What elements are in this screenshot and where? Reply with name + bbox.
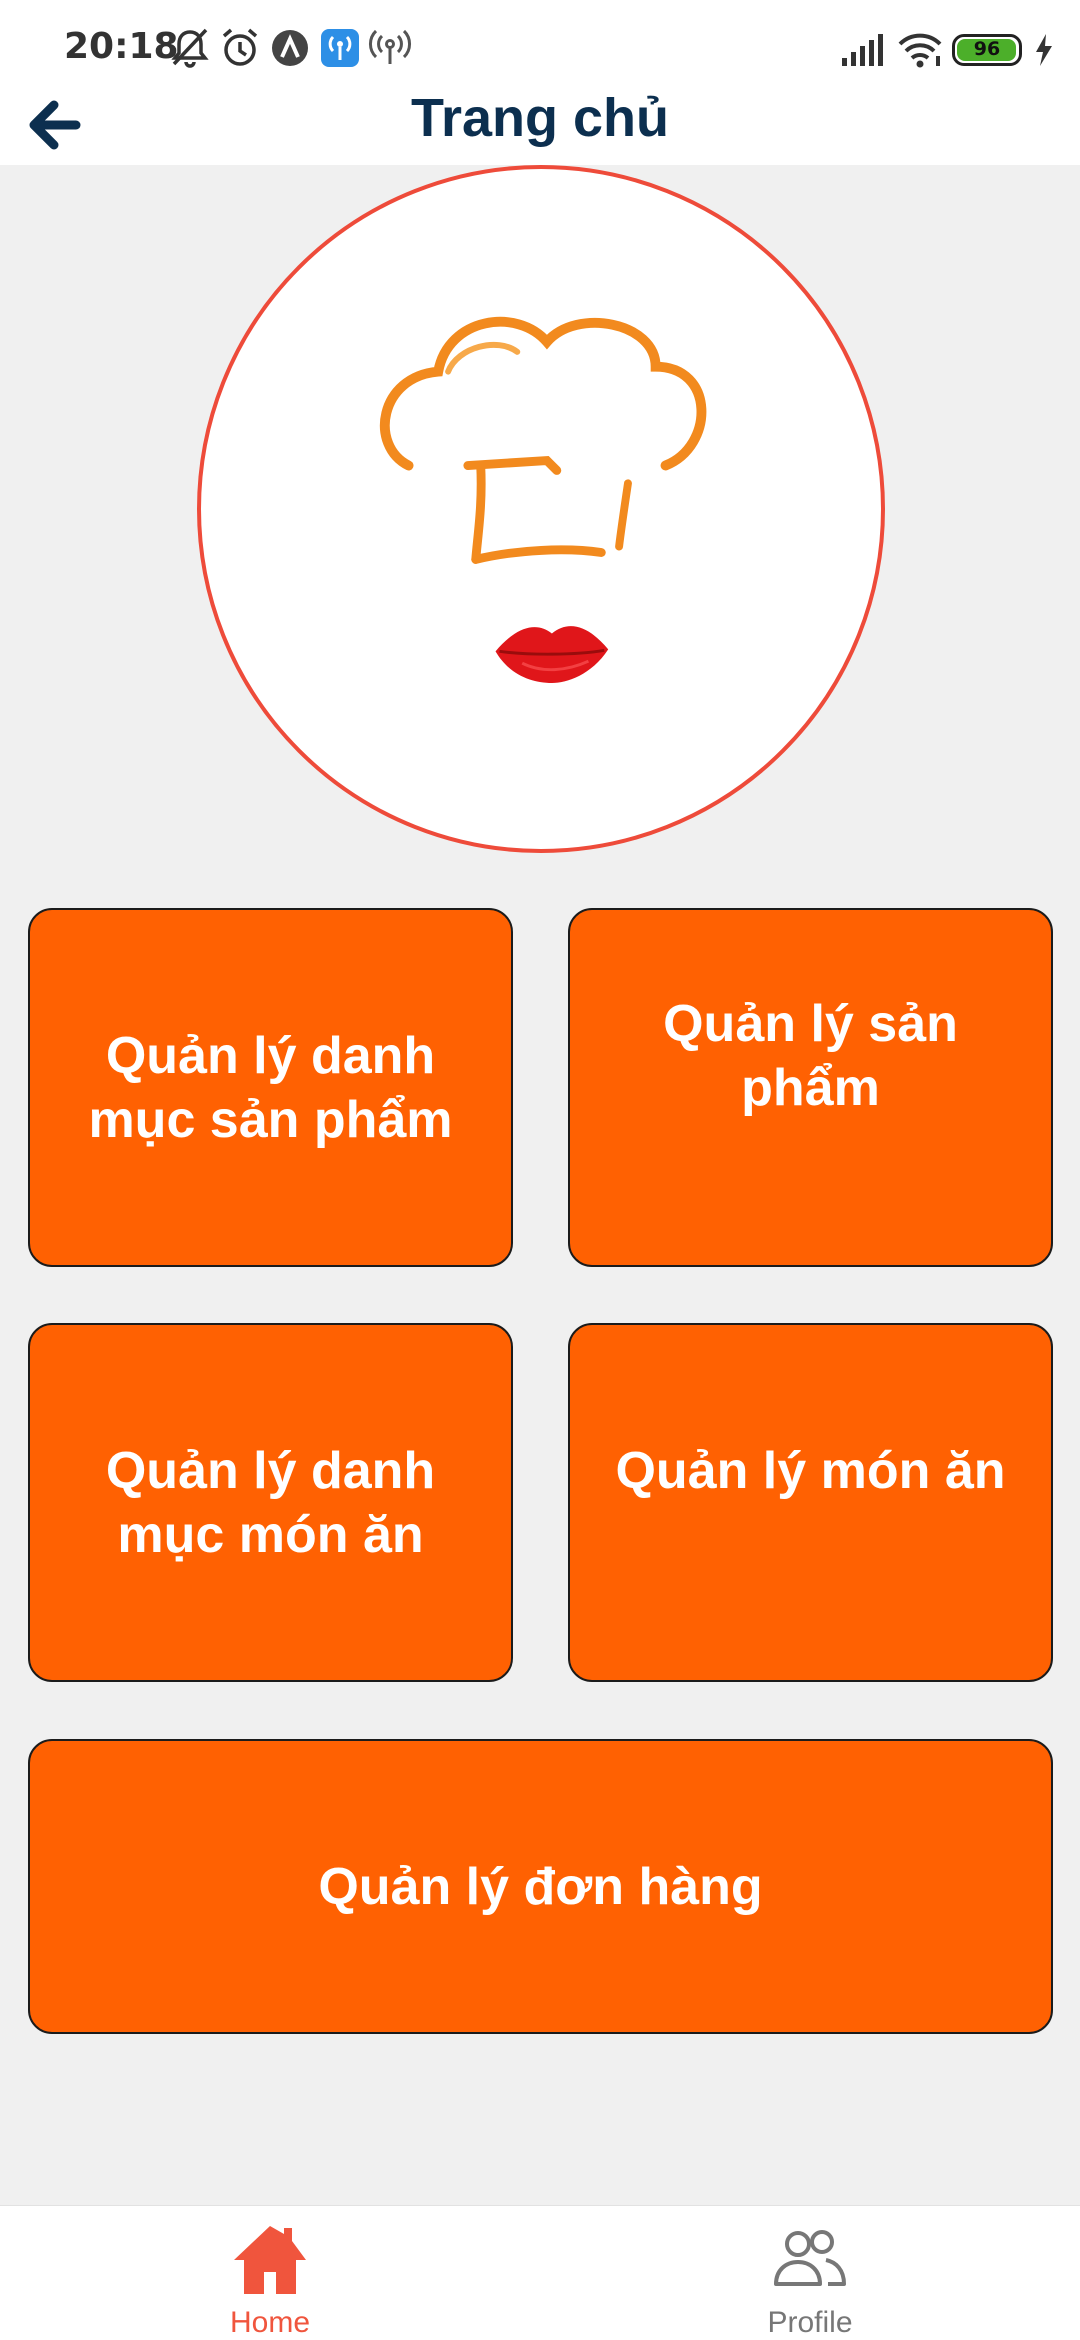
nav-label-home: Home xyxy=(229,2306,311,2339)
nav-app-icon xyxy=(272,30,308,66)
header: Trang chủ xyxy=(0,88,1080,165)
orders-button[interactable]: Quản lý đơn hàng xyxy=(28,1739,1053,2034)
alarm-icon xyxy=(222,28,258,66)
users-icon xyxy=(774,2230,846,2286)
bottom-nav: Home Profile xyxy=(0,2205,1080,2340)
tile-label: Quản lý danh mục món ăn xyxy=(105,1441,436,1564)
category-products-button[interactable]: Quản lý danh mục sản phẩm xyxy=(28,908,513,1267)
wifi-icon xyxy=(898,33,942,68)
screen: 20:18 96 Trang chủ Quản lý danh mục sản … xyxy=(0,0,1080,2340)
dishes-button[interactable]: Quản lý món ăn xyxy=(568,1323,1053,1682)
page-title: Trang chủ xyxy=(410,88,670,148)
status-time: 20:18 xyxy=(64,26,179,67)
mute-bell-icon xyxy=(171,28,209,68)
battery-icon: 96 xyxy=(952,34,1022,66)
status-icons-right: 96 xyxy=(840,26,1060,72)
nav-item-home[interactable]: Home xyxy=(0,2206,540,2340)
nav-item-profile[interactable]: Profile xyxy=(540,2206,1080,2340)
logo-circle xyxy=(197,165,885,853)
home-icon xyxy=(234,2226,306,2294)
hotspot-app-icon xyxy=(321,29,359,67)
signal-icon xyxy=(842,34,883,66)
hotspot-icon xyxy=(369,29,411,64)
nav-label-profile: Profile xyxy=(767,2306,853,2339)
tile-label: Quản lý món ăn xyxy=(615,1441,1006,1500)
battery-level: 96 xyxy=(973,38,1001,60)
tile-label: Quản lý danh mục sản phẩm xyxy=(88,1026,453,1149)
category-dishes-button[interactable]: Quản lý danh mục món ăn xyxy=(28,1323,513,1682)
chef-hat-lips-logo xyxy=(380,316,707,683)
tile-label: Quản lý sản phẩm xyxy=(663,994,958,1117)
products-button[interactable]: Quản lý sản phẩm xyxy=(568,908,1053,1267)
status-bar: 20:18 96 xyxy=(0,0,1080,95)
tile-label: Quản lý đơn hàng xyxy=(318,1857,763,1916)
charging-icon xyxy=(1036,34,1052,66)
